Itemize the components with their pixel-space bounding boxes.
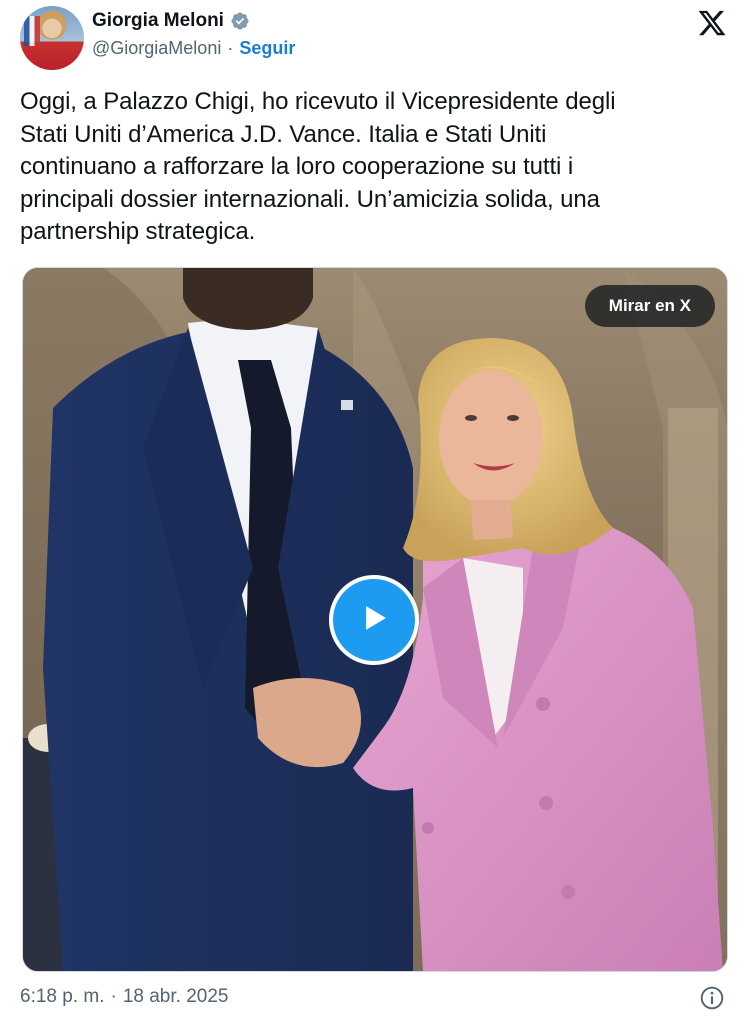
tweet-date: 18 abr. 2025 bbox=[122, 986, 229, 1007]
tweet-text-line: continuano a rafforzare la loro cooperaz… bbox=[20, 153, 574, 180]
tweet-text-line: Oggi, a Palazzo Chigi, ho ricevuto il Vi… bbox=[20, 88, 616, 115]
follow-button[interactable]: Seguir bbox=[239, 38, 295, 59]
play-icon bbox=[355, 599, 393, 642]
tweet-text-line: principali dossier internazionali. Un’am… bbox=[20, 185, 600, 213]
video-media[interactable]: Mirar en X bbox=[22, 267, 728, 972]
author-block: Giorgia Meloni @GiorgiaMeloni · Seguir bbox=[92, 10, 295, 59]
tweet-header: Giorgia Meloni @GiorgiaMeloni · Seguir bbox=[20, 6, 727, 70]
watch-on-x-button[interactable]: Mirar en X bbox=[584, 285, 715, 327]
tweet-text-line: partnership strategica. bbox=[20, 218, 256, 245]
play-button[interactable] bbox=[329, 575, 419, 665]
author-display-name[interactable]: Giorgia Meloni bbox=[92, 10, 224, 32]
x-logo-icon[interactable] bbox=[697, 8, 727, 38]
timestamp[interactable]: 6:18 p. m. · 18 abr. 2025 bbox=[20, 986, 228, 1008]
handle-separator: · bbox=[227, 38, 234, 58]
tweet-text-line: Stati Uniti d’America J.D. Vance. Italia… bbox=[20, 120, 547, 148]
author-handle[interactable]: @GiorgiaMeloni bbox=[92, 38, 221, 59]
timestamp-separator: · bbox=[110, 986, 117, 1007]
avatar[interactable] bbox=[20, 6, 84, 70]
handle-row: @GiorgiaMeloni · Seguir bbox=[92, 38, 295, 59]
tweet-text: Oggi, a Palazzo Chigi, ho ricevuto il Vi… bbox=[20, 86, 725, 249]
name-row: Giorgia Meloni bbox=[92, 10, 295, 32]
flag-decoration bbox=[24, 16, 40, 46]
verified-badge-icon bbox=[230, 11, 250, 31]
info-icon[interactable] bbox=[699, 985, 725, 1011]
tweet-time: 6:18 p. m. bbox=[20, 986, 105, 1007]
tweet-card: Giorgia Meloni @GiorgiaMeloni · Seguir O… bbox=[0, 0, 747, 1024]
